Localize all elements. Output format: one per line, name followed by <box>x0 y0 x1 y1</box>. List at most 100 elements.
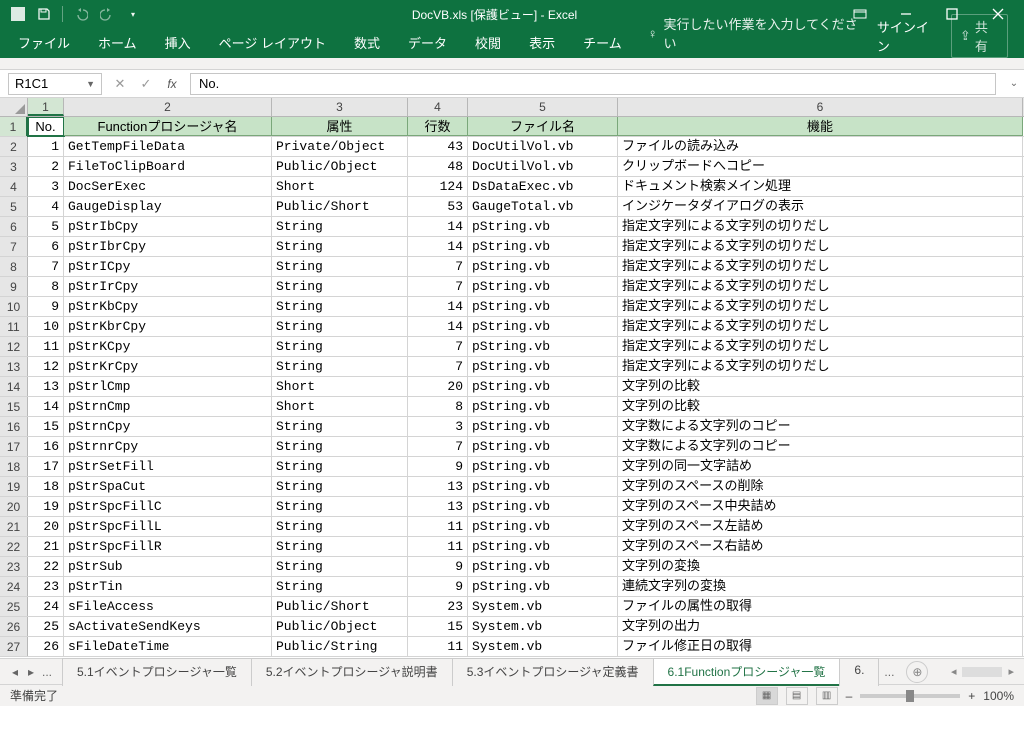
row-header[interactable]: 26 <box>0 617 28 636</box>
cell[interactable]: 16 <box>28 437 64 456</box>
table-header-cell[interactable]: Functionプロシージャ名 <box>64 117 272 136</box>
cell[interactable]: 8 <box>28 277 64 296</box>
cell[interactable]: 11 <box>408 537 468 556</box>
cell[interactable]: pStrnCmp <box>64 397 272 416</box>
cell[interactable]: 文字列の同一文字詰め <box>618 457 1023 476</box>
cell[interactable]: sFileDateTime <box>64 637 272 656</box>
cell[interactable]: pStrKCpy <box>64 337 272 356</box>
cell[interactable]: pStrlCmp <box>64 377 272 396</box>
cell[interactable]: Private/Object <box>272 137 408 156</box>
row-header[interactable]: 12 <box>0 337 28 356</box>
cell[interactable]: 9 <box>408 577 468 596</box>
row-header[interactable]: 4 <box>0 177 28 196</box>
cell[interactable]: pString.vb <box>468 477 618 496</box>
cancel-formula-icon[interactable]: ✕ <box>108 73 132 95</box>
col-header[interactable]: 6 <box>618 98 1023 116</box>
name-box[interactable]: R1C1 ▼ <box>8 73 102 95</box>
row-header[interactable]: 25 <box>0 597 28 616</box>
cell[interactable]: 9 <box>28 297 64 316</box>
cell[interactable]: 10 <box>28 317 64 336</box>
cell[interactable]: 7 <box>408 437 468 456</box>
cell[interactable]: 文字列のスペースの削除 <box>618 477 1023 496</box>
cell[interactable]: 15 <box>408 617 468 636</box>
formula-expand-icon[interactable]: ⌄ <box>1004 78 1024 89</box>
row-header[interactable]: 6 <box>0 217 28 236</box>
row-header[interactable]: 8 <box>0 257 28 276</box>
view-normal-icon[interactable]: ▦ <box>756 687 778 705</box>
cell[interactable]: DocSerExec <box>64 177 272 196</box>
redo-icon[interactable] <box>97 4 117 24</box>
cell[interactable]: pString.vb <box>468 357 618 376</box>
tell-me-search[interactable]: ♀ 実行したい作業を入力してください <box>638 8 873 58</box>
cell[interactable]: String <box>272 237 408 256</box>
cell[interactable]: pStrICpy <box>64 257 272 276</box>
name-box-dropdown-icon[interactable]: ▼ <box>86 79 95 89</box>
cell[interactable]: 13 <box>408 477 468 496</box>
table-header-cell[interactable]: 属性 <box>272 117 408 136</box>
cell[interactable]: 11 <box>408 517 468 536</box>
cell[interactable]: 14 <box>28 397 64 416</box>
cell[interactable]: DocUtilVol.vb <box>468 157 618 176</box>
cell[interactable]: pString.vb <box>468 337 618 356</box>
row-header[interactable]: 5 <box>0 197 28 216</box>
table-header-cell[interactable]: 機能 <box>618 117 1023 136</box>
cell[interactable]: FileToClipBoard <box>64 157 272 176</box>
row-header[interactable]: 18 <box>0 457 28 476</box>
cell[interactable]: pString.vb <box>468 577 618 596</box>
row-header[interactable]: 21 <box>0 517 28 536</box>
cell[interactable]: 指定文字列による文字列の切りだし <box>618 317 1023 336</box>
cell[interactable]: Short <box>272 397 408 416</box>
cell[interactable]: 指定文字列による文字列の切りだし <box>618 297 1023 316</box>
tab-pagelayout[interactable]: ページ レイアウト <box>207 27 338 58</box>
cell[interactable]: 48 <box>408 157 468 176</box>
cell[interactable]: System.vb <box>468 617 618 636</box>
cell[interactable]: 3 <box>28 177 64 196</box>
cell[interactable]: ファイル修正日の取得 <box>618 637 1023 656</box>
view-pagebreak-icon[interactable]: ▥ <box>816 687 838 705</box>
table-header-cell[interactable]: ファイル名 <box>468 117 618 136</box>
tab-review[interactable]: 校閲 <box>463 27 513 58</box>
hscroll-track[interactable] <box>962 667 1002 677</box>
formula-bar[interactable]: No. <box>190 73 996 95</box>
tab-view[interactable]: 表示 <box>517 27 567 58</box>
row-header[interactable]: 13 <box>0 357 28 376</box>
cell[interactable]: System.vb <box>468 637 618 656</box>
cell[interactable]: 文字列の変換 <box>618 557 1023 576</box>
cell[interactable]: Public/Short <box>272 197 408 216</box>
tab-insert[interactable]: 挿入 <box>153 27 203 58</box>
row-header[interactable]: 22 <box>0 537 28 556</box>
cell[interactable]: 25 <box>28 617 64 636</box>
cell[interactable]: 53 <box>408 197 468 216</box>
cell[interactable]: 2 <box>28 157 64 176</box>
tab-file[interactable]: ファイル <box>6 27 82 58</box>
sheet-tab[interactable]: 5.1イベントプロシージャ一覧 <box>62 658 252 686</box>
cell[interactable]: 12 <box>28 357 64 376</box>
cell[interactable]: pStrKbrCpy <box>64 317 272 336</box>
row-header[interactable]: 27 <box>0 637 28 656</box>
cell[interactable]: 14 <box>408 237 468 256</box>
cell[interactable]: クリップボードへコピー <box>618 157 1023 176</box>
cell[interactable]: 文字列の比較 <box>618 397 1023 416</box>
cell[interactable]: 指定文字列による文字列の切りだし <box>618 217 1023 236</box>
hscroll-right-icon[interactable]: ▸ <box>1008 665 1014 678</box>
cell[interactable]: pStrKbCpy <box>64 297 272 316</box>
tab-data[interactable]: データ <box>396 27 459 58</box>
cell[interactable]: 23 <box>28 577 64 596</box>
cell[interactable]: 26 <box>28 637 64 656</box>
cell[interactable]: pString.vb <box>468 257 618 276</box>
cell[interactable]: Public/String <box>272 637 408 656</box>
cell[interactable]: pStrSub <box>64 557 272 576</box>
hscroll-left-icon[interactable]: ◂ <box>951 665 957 678</box>
share-button[interactable]: ⇪ 共有 <box>951 14 1008 58</box>
cell[interactable]: 20 <box>408 377 468 396</box>
col-header[interactable]: 5 <box>468 98 618 116</box>
zoom-slider[interactable] <box>860 694 960 698</box>
cell[interactable]: GaugeTotal.vb <box>468 197 618 216</box>
cell[interactable]: pString.vb <box>468 317 618 336</box>
spreadsheet-grid[interactable]: 1 2 3 4 5 6 1No.Functionプロシージャ名属性行数ファイル名… <box>0 98 1024 658</box>
cell[interactable]: 14 <box>408 317 468 336</box>
cell[interactable]: 指定文字列による文字列の切りだし <box>618 357 1023 376</box>
cell[interactable]: pString.vb <box>468 217 618 236</box>
cell[interactable]: pString.vb <box>468 417 618 436</box>
row-header[interactable]: 23 <box>0 557 28 576</box>
